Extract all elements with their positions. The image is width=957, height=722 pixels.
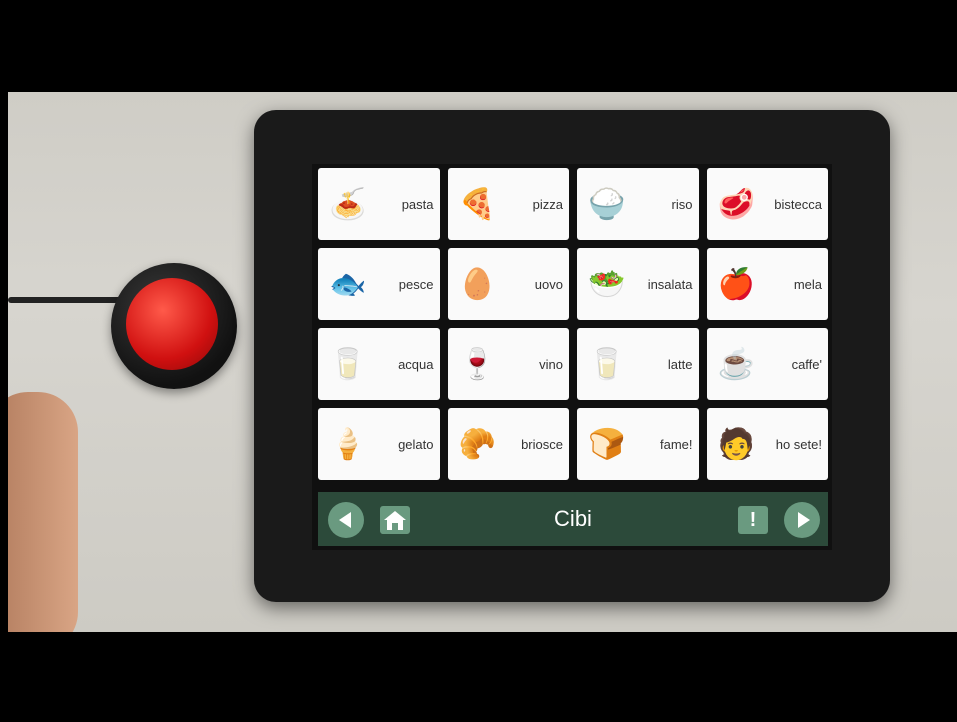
symbol-cell-uovo[interactable]: 🥚 uovo <box>447 248 569 320</box>
apple-icon: 🍎 <box>717 267 756 301</box>
symbol-label: insalata <box>647 276 693 292</box>
steak-icon: 🥩 <box>717 187 756 221</box>
symbol-label: caffe' <box>791 356 822 372</box>
symbol-label: pesce <box>398 276 434 292</box>
symbol-label: briosce <box>521 436 563 452</box>
symbol-label: ho sete! <box>775 436 822 452</box>
symbol-cell-caffe[interactable]: ☕ caffe' <box>706 328 828 400</box>
croissant-icon: 🥐 <box>458 427 497 461</box>
fish-icon: 🐟 <box>329 267 367 301</box>
thirsty-person-icon: 🧑 <box>717 427 756 461</box>
symbol-cell-riso[interactable]: 🍚 riso <box>577 168 699 240</box>
symbol-label: mela <box>793 276 822 292</box>
symbol-cell-gelato[interactable]: 🍦 gelato <box>318 408 440 480</box>
symbol-label: latte <box>667 356 693 372</box>
symbol-label: riso <box>671 196 693 212</box>
wine-icon: 🍷 <box>458 347 497 381</box>
switch-red-button[interactable] <box>126 278 218 370</box>
symbol-label: acqua <box>398 356 434 372</box>
symbol-label: fame! <box>659 436 693 452</box>
camera-scene: 🍝 pasta 🍕 pizza 🍚 riso 🥩 bistecca 🐟 pesce 🥚 uovo 🥗 in… <box>8 92 957 632</box>
symbol-label: uovo <box>534 276 563 292</box>
symbol-cell-bistecca[interactable]: 🥩 bistecca <box>706 168 828 240</box>
tablet-screen: 🍝 pasta 🍕 pizza 🍚 riso 🥩 bistecca 🐟 pesce 🥚 uovo 🥗 in… <box>312 164 832 550</box>
arrow-right-icon[interactable] <box>784 502 820 538</box>
hand <box>8 392 78 632</box>
rice-icon: 🍚 <box>588 187 626 221</box>
symbol-cell-vino[interactable]: 🍷 vino <box>447 328 569 400</box>
bottom-toolbar: Cibi ! <box>318 492 828 546</box>
exclamation-icon[interactable]: ! <box>738 506 768 534</box>
tablet: 🍝 pasta 🍕 pizza 🍚 riso 🥩 bistecca 🐟 pesce 🥚 uovo 🥗 in… <box>254 110 890 602</box>
symbol-label: vino <box>539 356 563 372</box>
symbol-cell-mela[interactable]: 🍎 mela <box>706 248 828 320</box>
symbol-cell-hosete[interactable]: 🧑 ho sete! <box>706 408 828 480</box>
switch-cable <box>8 297 128 303</box>
symbol-cell-insalata[interactable]: 🥗 insalata <box>577 248 699 320</box>
salad-icon: 🥗 <box>588 267 626 301</box>
symbol-cell-pizza[interactable]: 🍕 pizza <box>447 168 569 240</box>
symbol-label: bistecca <box>774 196 822 212</box>
symbol-cell-briosce[interactable]: 🥐 briosce <box>447 408 569 480</box>
hungry-icon: 🍞 <box>588 427 626 461</box>
coffee-icon: ☕ <box>717 347 756 381</box>
symbol-label: pasta <box>401 196 434 212</box>
pizza-icon: 🍕 <box>458 187 497 221</box>
water-glass-icon: 🥛 <box>329 347 367 381</box>
symbol-cell-fame[interactable]: 🍞 fame! <box>577 408 699 480</box>
symbol-cell-pasta[interactable]: 🍝 pasta <box>318 168 440 240</box>
egg-icon: 🥚 <box>458 267 497 301</box>
pasta-icon: 🍝 <box>329 187 367 221</box>
symbol-cell-acqua[interactable]: 🥛 acqua <box>318 328 440 400</box>
symbol-label: pizza <box>532 196 563 212</box>
milk-icon: 🥛 <box>588 347 626 381</box>
ice-cream-icon: 🍦 <box>329 427 367 461</box>
symbol-cell-latte[interactable]: 🥛 latte <box>577 328 699 400</box>
symbol-label: gelato <box>398 436 434 452</box>
symbol-cell-pesce[interactable]: 🐟 pesce <box>318 248 440 320</box>
symbol-grid: 🍝 pasta 🍕 pizza 🍚 riso 🥩 bistecca 🐟 pesce 🥚 uovo 🥗 in… <box>318 168 828 480</box>
